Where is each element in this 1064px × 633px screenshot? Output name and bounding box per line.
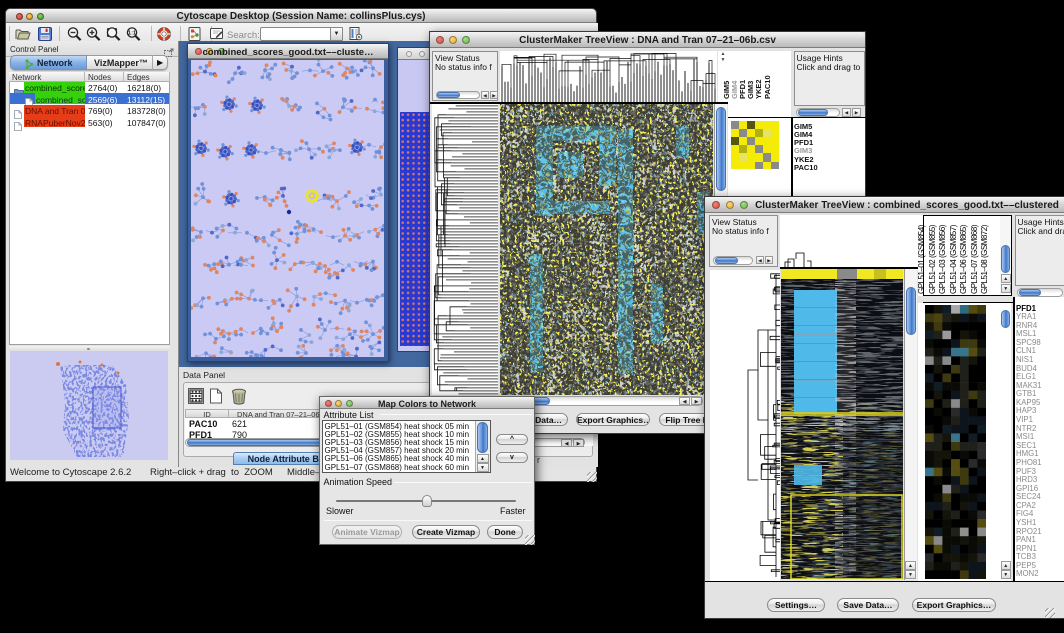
svg-text:1:1: 1:1 (128, 31, 136, 37)
